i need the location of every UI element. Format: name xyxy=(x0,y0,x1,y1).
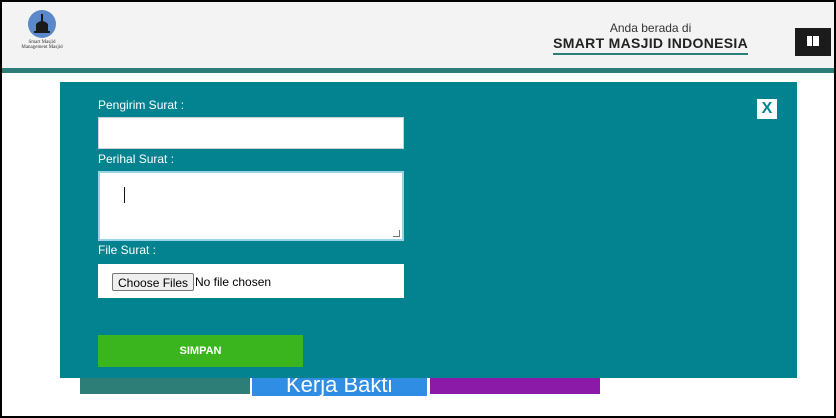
file-status: No file chosen xyxy=(195,275,272,289)
file-input[interactable]: Choose Files No file chosen xyxy=(98,264,404,298)
logo-subtitle: Management Masjid xyxy=(21,45,63,50)
location-name: SMART MASJID INDONESIA xyxy=(553,35,748,55)
sender-input[interactable] xyxy=(98,117,404,149)
logo-caption: Smart Masjid Management Masjid xyxy=(18,40,66,50)
mosque-logo-icon xyxy=(28,10,56,38)
file-label: File Surat : xyxy=(98,243,157,257)
app-logo[interactable]: Smart Masjid Management Masjid xyxy=(21,10,63,62)
add-letter-modal: X Pengirim Surat : Perihal Surat : File … xyxy=(60,82,797,378)
save-button[interactable]: SIMPAN xyxy=(98,335,303,367)
location-prefix: Anda berada di xyxy=(609,21,692,35)
choose-files-button[interactable]: Choose Files xyxy=(112,273,195,291)
app-window: Smart Masjid Management Masjid Anda bera… xyxy=(0,0,836,418)
sender-label: Pengirim Surat : xyxy=(98,98,185,112)
top-header: Smart Masjid Management Masjid Anda bera… xyxy=(2,2,834,73)
subject-textarea[interactable] xyxy=(98,171,404,241)
resize-handle[interactable] xyxy=(393,230,400,237)
menu-button[interactable] xyxy=(795,28,831,56)
location-indicator: Anda berada di SMART MASJID INDONESIA xyxy=(553,22,748,55)
close-button[interactable]: X xyxy=(757,99,777,119)
subject-label: Perihal Surat : xyxy=(98,152,175,166)
text-caret xyxy=(124,187,125,203)
menu-icon xyxy=(807,36,819,46)
